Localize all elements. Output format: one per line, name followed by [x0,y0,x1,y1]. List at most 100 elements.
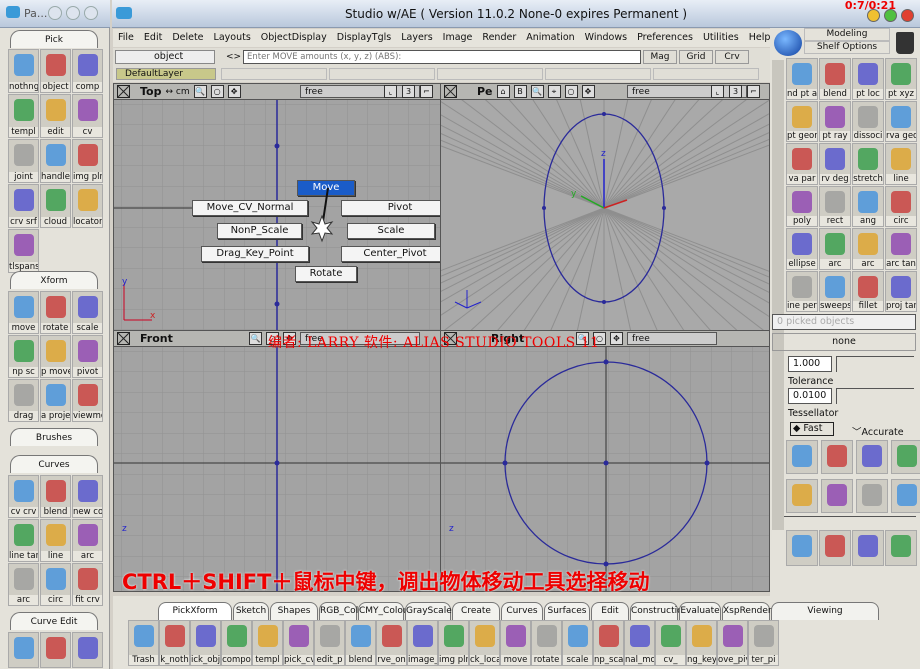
tool-button[interactable]: nd pt a [786,58,818,100]
shelf-tab[interactable]: Viewing [771,602,879,620]
menu-windows[interactable]: Windows [580,29,632,47]
shelf-tab[interactable]: GrayScale [405,602,452,620]
tool-button[interactable]: cv crv [8,475,39,518]
trash-icon[interactable] [896,32,914,54]
shelf-tab[interactable]: Surfaces [544,602,590,620]
tool-button[interactable]: move [8,291,39,334]
shelf-tab[interactable]: Create [452,602,500,620]
tool-button[interactable]: p move [40,335,71,378]
tool-button[interactable]: line [40,519,71,562]
shelf-tab[interactable]: RGB_Colour [319,602,373,620]
tool-button[interactable]: ellipse [786,228,818,270]
shelf-tab[interactable]: XspRender [722,602,772,620]
tool-button[interactable]: pick_cv [283,620,314,666]
tool-button[interactable]: blend [40,475,71,518]
tool-button[interactable]: pt xyz [885,58,917,100]
tumble-icon[interactable]: ○ [564,85,578,98]
tool-button[interactable]: scale [562,620,593,666]
look-icon[interactable]: ⌖ [547,85,561,98]
pick-mode-field[interactable]: object [115,50,215,64]
display-mode-button[interactable]: 3 [729,85,742,98]
tool-button[interactable]: img pln [72,139,103,183]
tool-button[interactable]: ter_pi [748,620,779,666]
tool-button[interactable]: rv deg [819,143,851,185]
tessellator-fast-radio[interactable]: ◆ Fast [790,422,834,436]
time-slider[interactable] [784,516,916,517]
tool-button[interactable] [856,479,888,513]
close-viewport-icon[interactable] [117,85,130,98]
maximize-viewport-icon[interactable]: ⌐ [747,85,760,98]
tool-button[interactable] [8,632,39,668]
tool-button[interactable] [852,530,884,566]
zoom-icon[interactable]: 🔍 [193,85,207,98]
menu-displaytgls[interactable]: DisplayTgls [332,29,396,47]
tool-button[interactable]: tlspanst [8,229,39,273]
tool-button[interactable]: img pln [438,620,469,666]
tool-button[interactable]: k_noth [159,620,190,666]
tessellator-accurate-radio[interactable]: ﹀Accurate [852,424,904,438]
tool-button[interactable]: image_ [407,620,438,666]
menu-layers[interactable]: Layers [396,29,437,47]
shelf-tab[interactable]: Edit [591,602,629,620]
move-amount-input[interactable] [243,50,641,64]
maximize-button[interactable] [884,9,897,22]
tool-button[interactable]: cv_ [655,620,686,666]
tool-button[interactable] [72,632,103,668]
tool-button[interactable]: edit [40,94,71,138]
close-button[interactable] [901,9,914,22]
tool-button[interactable]: dissoci [852,100,884,142]
crv-button[interactable]: Crv [715,50,749,64]
tool-button[interactable] [856,440,888,474]
marking-menu-rotate[interactable]: Rotate [295,266,357,282]
mag-button[interactable]: Mag [643,50,677,64]
tool-button[interactable]: a projec [40,379,71,422]
tool-button[interactable] [819,530,851,566]
marking-menu-scale[interactable]: Scale [347,223,435,239]
tool-button[interactable]: Trash [128,620,159,666]
menu-render[interactable]: Render [477,29,521,47]
tool-button[interactable]: comp [72,49,103,93]
tool-button[interactable]: rva geo [885,100,917,142]
maximize-viewport-icon[interactable]: ⌐ [420,85,433,98]
shelf-scrollbar[interactable] [772,60,784,530]
marking-menu-move-cv-normal[interactable]: Move_CV_Normal [192,200,308,216]
tool-button[interactable]: handle [40,139,71,183]
tool-button[interactable]: templ [8,94,39,138]
marking-menu-drag-key-point[interactable]: Drag_Key_Point [201,246,309,262]
layer-slot[interactable] [221,68,327,80]
tool-button[interactable]: fillet [852,270,884,312]
layer-slot[interactable] [545,68,651,80]
tool-button[interactable]: nothng [8,49,39,93]
tool-button[interactable]: joint [8,139,39,183]
tool-button[interactable]: va par [786,143,818,185]
tool-button[interactable]: blend [345,620,376,666]
shelf-tab[interactable]: Sketch [233,602,269,620]
shelf-tab[interactable]: PickXform [158,602,232,620]
selection-field[interactable]: none [772,333,916,351]
tool-button[interactable]: nal_mo [624,620,655,666]
marking-menu-nonp-scale[interactable]: NonP_Scale [217,223,302,239]
layer-slot[interactable] [329,68,435,80]
menu-delete[interactable]: Delete [167,29,208,47]
tool-button[interactable] [891,440,920,474]
tool-button[interactable]: sweeps [819,270,851,312]
grid-button[interactable]: Grid [679,50,713,64]
tool-button[interactable]: cv [72,94,103,138]
value-input[interactable]: 1.000 [788,356,832,372]
tool-button[interactable]: ick_obje [190,620,221,666]
minimize-button[interactable] [867,9,880,22]
shelf-options-button[interactable]: Shelf Options [804,41,890,54]
menu-preferences[interactable]: Preferences [632,29,698,47]
shelf-tab[interactable]: Curves [501,602,543,620]
window-buttons[interactable] [44,6,98,23]
palette-tab-curve-edit[interactable]: Curve Edit [10,612,98,630]
zoom-icon[interactable]: 🔍 [249,332,262,345]
shelf-set-modeling[interactable]: Modeling [804,28,890,41]
tool-button[interactable]: locator [72,184,103,228]
tool-button[interactable] [891,479,920,513]
tool-button[interactable] [786,479,818,513]
tool-button[interactable]: rect [819,185,851,227]
track-icon[interactable]: ✥ [227,85,241,98]
tool-button[interactable]: ang [852,185,884,227]
tool-button[interactable]: stretch [852,143,884,185]
